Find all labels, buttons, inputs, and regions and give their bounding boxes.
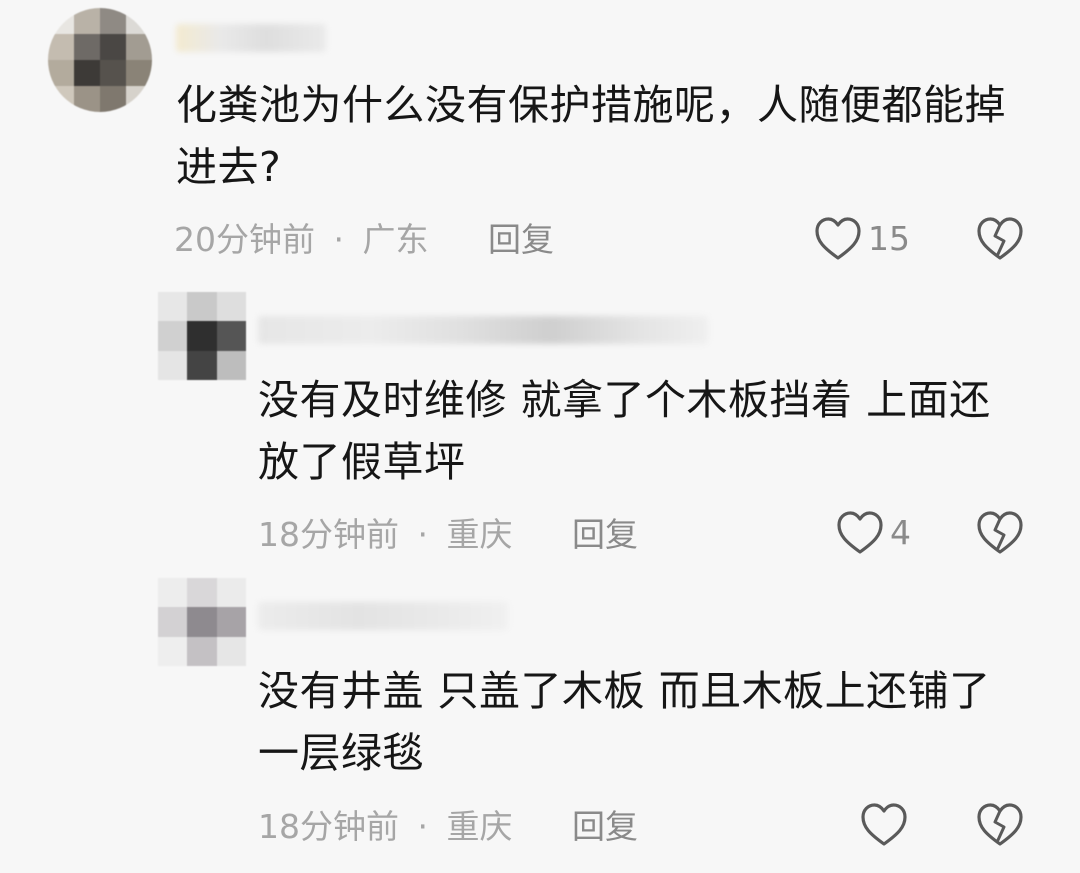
broken-heart-icon [976, 802, 1024, 848]
broken-heart-icon [976, 216, 1024, 262]
reply-text-line: 没有及时维修 就拿了个木板挡着 上面还 [258, 376, 991, 424]
comment-text-line: 化粪池为什么没有保护措施呢，人随便都能掉 [176, 81, 1006, 129]
reply-text-line: 没有井盖 只盖了木板 而且木板上还铺了 [258, 667, 991, 715]
username-redacted[interactable] [258, 316, 708, 344]
heart-outline-icon [860, 802, 908, 848]
reply-location: 重庆 [446, 515, 513, 554]
heart-outline-icon [836, 510, 884, 556]
dislike-button[interactable] [976, 216, 1024, 262]
comment-meta: 20分钟前 · 广东 [174, 220, 429, 260]
comment-time: 20分钟前 [174, 220, 315, 259]
like-count: 4 [890, 513, 911, 552]
heart-outline-icon [814, 216, 862, 262]
avatar[interactable] [158, 292, 246, 380]
reply-meta: 18分钟前 · 重庆 [258, 807, 513, 847]
reply-text-line: 放了假草坪 [258, 438, 466, 486]
like-button[interactable] [860, 802, 914, 848]
like-button[interactable]: 15 [814, 216, 910, 262]
username-redacted[interactable] [176, 24, 326, 52]
avatar[interactable] [48, 8, 152, 112]
comment-text-line: 进去? [176, 143, 282, 191]
reply-text-line: 一层绿毯 [258, 729, 424, 777]
like-count: 15 [868, 219, 910, 258]
reply-time: 18分钟前 [258, 807, 399, 846]
username-redacted[interactable] [258, 602, 508, 630]
meta-separator: · [333, 220, 345, 259]
reply-text: 没有井盖 只盖了木板 而且木板上还铺了 一层绿毯 [258, 660, 1048, 784]
meta-separator: · [417, 515, 429, 554]
avatar[interactable] [158, 578, 246, 666]
reply-text: 没有及时维修 就拿了个木板挡着 上面还 放了假草坪 [258, 369, 1048, 493]
reply-time: 18分钟前 [258, 515, 399, 554]
broken-heart-icon [976, 510, 1024, 556]
comment-thread: 化粪池为什么没有保护措施呢，人随便都能掉 进去? 20分钟前 · 广东 回复 1… [0, 0, 1080, 873]
reply-button[interactable]: 回复 [572, 515, 638, 555]
comment-location: 广东 [362, 220, 429, 259]
meta-separator: · [417, 807, 429, 846]
reply-button[interactable]: 回复 [572, 807, 638, 847]
reply-meta: 18分钟前 · 重庆 [258, 515, 513, 555]
comment-text: 化粪池为什么没有保护措施呢，人随便都能掉 进去? [176, 74, 1056, 198]
reply-button[interactable]: 回复 [488, 220, 554, 260]
dislike-button[interactable] [976, 802, 1024, 848]
dislike-button[interactable] [976, 510, 1024, 556]
reply-location: 重庆 [446, 807, 513, 846]
like-button[interactable]: 4 [836, 510, 911, 556]
